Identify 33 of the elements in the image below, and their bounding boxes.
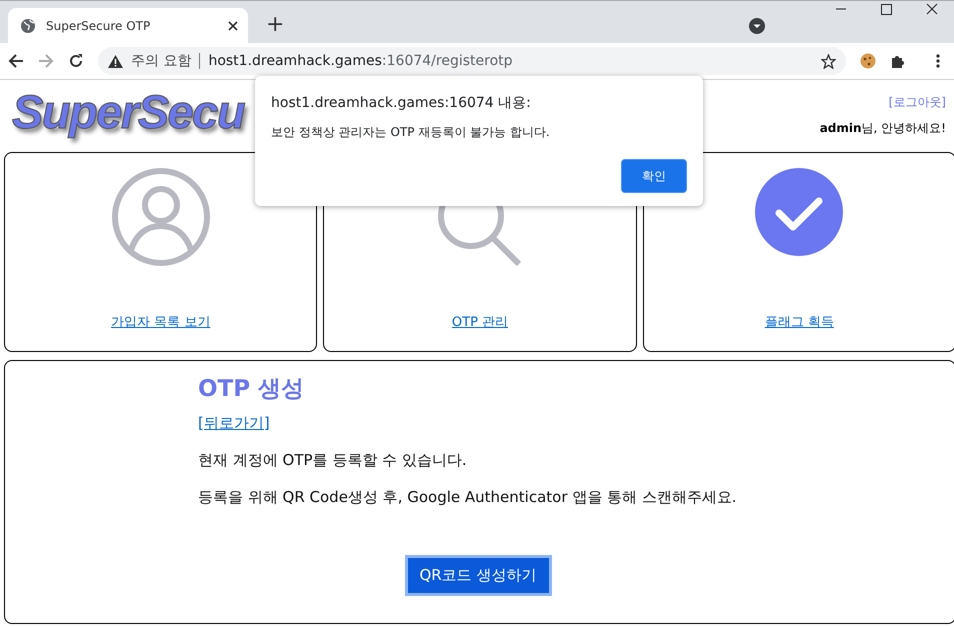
star-icon[interactable]: [821, 54, 836, 68]
address-bar[interactable]: 주의 요함 host1.dreamhack.games:16074/registerotp: [98, 47, 846, 75]
browser-tab[interactable]: SuperSecure OTP: [8, 8, 248, 43]
description-text: 등록을 위해 QR Code생성 후, Google Authenticator 앱을 통해 스캔해주세요.: [198, 488, 738, 507]
new-tab-button[interactable]: +: [266, 12, 284, 37]
card-link[interactable]: 플래그 획득: [764, 313, 834, 331]
generate-qr-button[interactable]: QR코드 생성하기: [404, 555, 552, 596]
reload-icon[interactable]: [68, 53, 84, 69]
logout-link[interactable]: [로그아웃]: [888, 94, 946, 111]
security-label: 주의 요함: [131, 53, 200, 69]
card-link[interactable]: 가입자 목록 보기: [111, 313, 210, 331]
close-window-icon[interactable]: [926, 3, 938, 15]
menu-icon[interactable]: [936, 54, 940, 68]
maximize-icon[interactable]: [881, 4, 892, 14]
back-link[interactable]: [뒤로가기]: [198, 414, 270, 433]
user-icon: [110, 167, 211, 267]
close-icon[interactable]: [228, 20, 238, 30]
dialog-message: 보안 정책상 관리자는 OTP 재등록이 불가능 합니다.: [271, 124, 551, 141]
cookie-icon[interactable]: [860, 53, 876, 69]
description-text: 현재 계정에 OTP를 등록할 수 있습니다.: [198, 451, 468, 470]
tab-title: SuperSecure OTP: [46, 18, 152, 32]
warning-icon: [108, 54, 123, 68]
logo: SuperSecu: [12, 84, 244, 140]
dialog-title: host1.dreamhack.games:16074 내용:: [271, 94, 532, 112]
puzzle-icon[interactable]: [890, 53, 906, 69]
card-link[interactable]: OTP 관리: [452, 313, 508, 331]
url-text: host1.dreamhack.games:16074/registerotp: [208, 53, 513, 69]
check-icon: [754, 167, 844, 257]
confirm-button[interactable]: 확인: [621, 159, 687, 193]
tab-search-icon[interactable]: [749, 18, 765, 34]
section-title: OTP 생성: [198, 375, 306, 404]
back-icon[interactable]: [8, 53, 24, 69]
greeting-text: admin님, 안녕하세요!: [820, 120, 946, 137]
